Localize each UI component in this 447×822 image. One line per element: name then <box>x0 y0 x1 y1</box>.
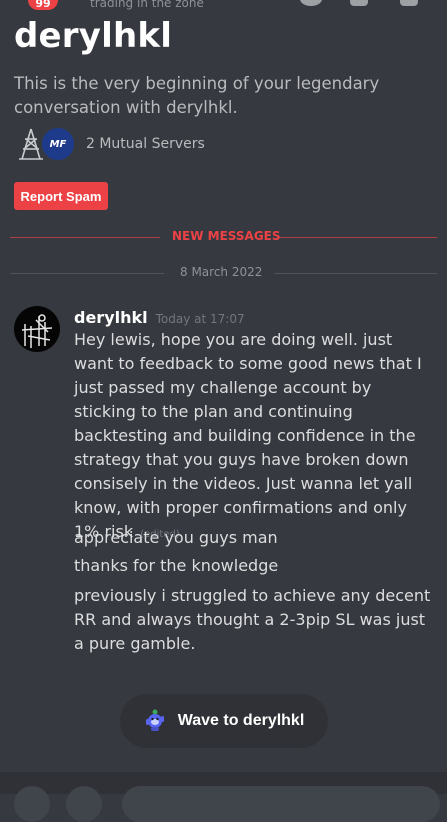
wumpus-wave-icon <box>144 708 166 735</box>
video-icon[interactable] <box>350 0 368 6</box>
date-divider: 8 March 2022 <box>10 265 437 279</box>
mutual-servers-label: 2 Mutual Servers <box>86 136 205 152</box>
message-text-2[interactable]: appreciate you guys man <box>74 526 436 550</box>
new-messages-divider: NEW MESSAGES <box>10 229 437 243</box>
server-icon-tower <box>16 127 46 161</box>
message-text-3[interactable]: thanks for the knowledge <box>74 554 436 578</box>
message-input[interactable] <box>122 786 440 822</box>
report-spam-button[interactable]: Report Spam <box>14 182 108 210</box>
message-header: derylhkl Today at 17:07 <box>74 308 245 327</box>
call-icon[interactable] <box>300 0 322 6</box>
dm-username-title: derylhkl <box>14 16 173 56</box>
message-timestamp: Today at 17:07 <box>155 312 245 326</box>
date-label: 8 March 2022 <box>180 265 263 279</box>
notification-badge[interactable]: 99 <box>28 0 58 10</box>
message-author[interactable]: derylhkl <box>74 308 148 327</box>
composer-bar <box>0 772 447 822</box>
status-subtitle: trading in the zone <box>90 0 204 10</box>
top-status-bar: 99 trading in the zone <box>0 0 447 14</box>
mutual-servers[interactable]: MF 2 Mutual Servers <box>16 126 205 162</box>
message-body: Hey lewis, hope you are doing well. just… <box>74 330 422 541</box>
members-icon[interactable] <box>400 0 418 6</box>
add-attachment-icon[interactable] <box>14 786 50 822</box>
wave-button[interactable]: Wave to derylhkl <box>120 694 328 748</box>
avatar[interactable] <box>14 306 60 352</box>
wave-button-label: Wave to derylhkl <box>177 712 305 729</box>
message-text-1[interactable]: Hey lewis, hope you are doing well. just… <box>74 328 436 547</box>
conversation-intro: This is the very beginning of your legen… <box>14 74 380 117</box>
message-text-4[interactable]: previously i struggled to achieve any de… <box>74 584 436 656</box>
new-messages-label: NEW MESSAGES <box>172 229 281 243</box>
apps-icon[interactable] <box>66 786 102 822</box>
